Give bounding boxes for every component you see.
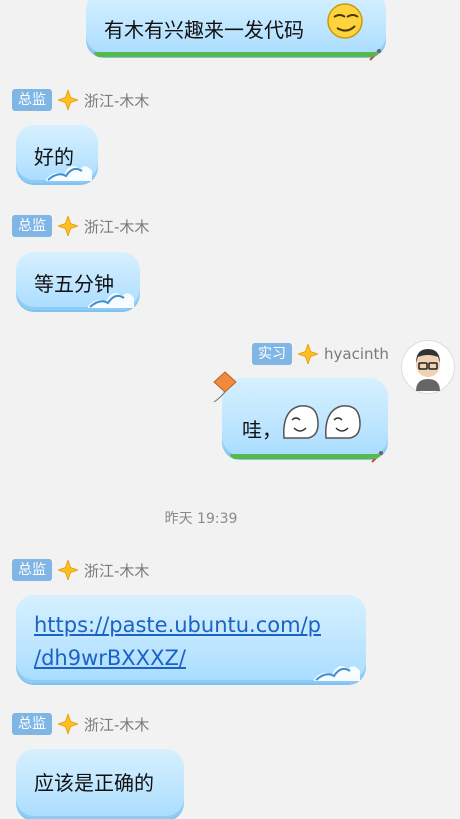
star-level-icon (298, 344, 318, 364)
message-bubble-5[interactable]: https://paste.ubuntu.com/p /dh9wrBXXXZ/ (16, 595, 366, 683)
star-level-icon (58, 560, 78, 580)
message-bubble-6[interactable]: 应该是正确的 (16, 749, 184, 819)
sender-row-5: 总监 浙江-木木 (12, 559, 149, 581)
wave-decoration-icon (88, 293, 134, 308)
message-bubble-3[interactable]: 等五分钟 (16, 252, 140, 310)
smirk-face-icon (327, 3, 363, 39)
sender-name: 浙江-木木 (84, 217, 150, 236)
sender-name: 浙江-木木 (84, 91, 150, 110)
wave-decoration-icon (314, 666, 360, 681)
sender-name: 浙江-木木 (84, 715, 150, 734)
wave-decoration-icon (46, 166, 92, 181)
star-level-icon (58, 714, 78, 734)
sender-name: hyacinth (324, 345, 389, 363)
pin-decoration-icon (369, 49, 381, 61)
pin-decoration-icon (371, 451, 383, 463)
message-bubble-2[interactable]: 好的 (16, 125, 98, 183)
sender-name: 浙江-木木 (84, 561, 150, 580)
timestamp: 昨天 19:39 (164, 511, 238, 527)
message-bubble-1[interactable]: 有木有兴趣来一发代码 (86, 0, 386, 61)
kite-decoration-icon (213, 371, 237, 403)
sender-badge: 总监 (12, 713, 52, 735)
message-bubble-4[interactable]: 哇， (213, 371, 388, 463)
message-text-6: 应该是正确的 (34, 771, 154, 795)
sender-badge: 总监 (12, 89, 52, 111)
sender-badge: 总监 (12, 559, 52, 581)
ghost-sticker-icon (283, 405, 361, 439)
sender-badge: 实习 (252, 343, 292, 365)
sender-badge: 总监 (12, 215, 52, 237)
avatar[interactable] (402, 341, 454, 393)
avatar-cartoon-icon (416, 349, 440, 391)
star-level-icon (58, 90, 78, 110)
sender-row-3: 总监 浙江-木木 (12, 215, 149, 237)
star-level-icon (58, 216, 78, 236)
sender-row-6: 总监 浙江-木木 (12, 713, 149, 735)
paste-link-line-1[interactable]: https://paste.ubuntu.com/p (34, 609, 366, 642)
sender-row-2: 总监 浙江-木木 (12, 89, 149, 111)
sender-row-4: 实习 hyacinth (252, 343, 389, 365)
